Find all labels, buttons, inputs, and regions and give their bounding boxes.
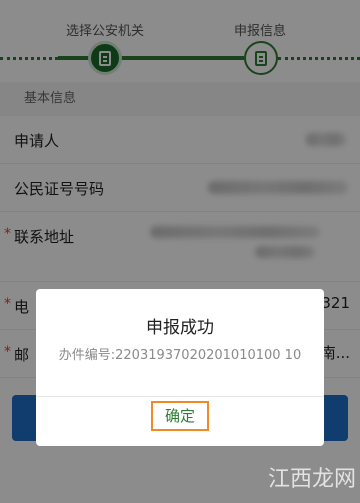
- dialog-title: 申报成功: [146, 318, 214, 338]
- dialog-divider: [36, 396, 324, 397]
- confirm-button[interactable]: 确定: [151, 401, 209, 431]
- success-dialog: 申报成功 办件编号:22031937020201010100 10 确定: [36, 289, 324, 446]
- site-watermark: 江西龙网: [267, 467, 356, 492]
- dialog-message: 办件编号:22031937020201010100 10: [58, 348, 302, 363]
